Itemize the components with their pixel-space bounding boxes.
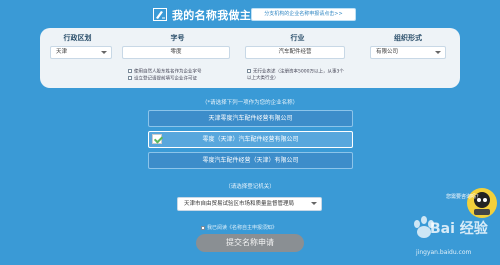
agree-checkbox-row[interactable]: 我已阅读《名称自主申报须知》 bbox=[201, 224, 277, 231]
name-option-2[interactable]: 零度（天津）汽车配件经营有限公司 bbox=[148, 131, 353, 148]
column-industry: 行业 汽车配件经营 无行业表述（注册资本5000万以上，从事3个以上大类行业） bbox=[245, 28, 350, 88]
watermark-url: jingyan.baidu.com bbox=[416, 249, 472, 256]
name-option-1-label: 天津零度汽车配件经营有限公司 bbox=[208, 115, 293, 122]
watermark-text: Bai 经验 bbox=[430, 221, 488, 237]
chevron-down-icon bbox=[311, 202, 317, 205]
name-option-2-label: 零度（天津）汽车配件经营有限公司 bbox=[202, 136, 299, 143]
chevron-down-icon bbox=[435, 51, 441, 54]
checkbox-icon[interactable] bbox=[128, 69, 132, 73]
pen-board-icon bbox=[153, 8, 167, 21]
name-option-3-label: 零度汽车配件经营（天津）有限公司 bbox=[202, 157, 299, 164]
submit-button[interactable]: 提交名称申请 bbox=[196, 234, 304, 252]
page-title: 我的名称我做主 bbox=[172, 9, 252, 22]
branch-application-link[interactable]: 分支机构的企业名称申报请点击>> bbox=[251, 8, 356, 21]
zihao-check-2-label: 设立登记请提前填写企业许可证 bbox=[134, 76, 197, 82]
industry-check-1-label: 无行业表述（注册资本5000万以上，从事3个以上大类行业） bbox=[247, 69, 344, 81]
checkbox-icon[interactable] bbox=[201, 225, 205, 230]
header: 我的名称我做主 分支机构的企业名称申报请点击>> bbox=[0, 4, 500, 24]
zihao-check-1-label: 使用自然人股东姓名作为企业字号 bbox=[134, 69, 202, 75]
org-form-value: 有限公司 bbox=[376, 49, 399, 55]
choose-name-hint: （*请选择下列一项作为您的企业名称） bbox=[201, 100, 299, 106]
agree-label: 我已阅读《名称自主申报须知》 bbox=[207, 225, 278, 231]
industry-check-1[interactable]: 无行业表述（注册资本5000万以上，从事3个以上大类行业） bbox=[247, 69, 347, 82]
chevron-down-icon bbox=[101, 51, 107, 54]
column-region: 行政区划 天津 bbox=[40, 28, 115, 88]
name-builder-panel: 行政区划 天津 字号 零度 使用自然人股东姓名作为企业字号 设立登记请提前填写企… bbox=[40, 28, 460, 88]
org-form-select[interactable]: 有限公司 bbox=[370, 46, 446, 59]
name-option-1[interactable]: 天津零度汽车配件经营有限公司 bbox=[148, 110, 353, 127]
chat-label[interactable]: 您需要咨询吗？ bbox=[446, 193, 481, 200]
name-option-3[interactable]: 零度汽车配件经营（天津）有限公司 bbox=[148, 152, 353, 169]
checkmark-icon bbox=[152, 134, 162, 144]
zihao-check-2[interactable]: 设立登记请提前填写企业许可证 bbox=[128, 76, 197, 83]
column-org-form: 组织形式 有限公司 bbox=[358, 28, 458, 88]
industry-input[interactable]: 汽车配件经营 bbox=[245, 46, 345, 59]
authority-hint: （请选择登记机关） bbox=[225, 184, 275, 190]
zihao-check-1[interactable]: 使用自然人股东姓名作为企业字号 bbox=[128, 69, 202, 76]
checkbox-icon[interactable] bbox=[247, 69, 251, 73]
authority-select[interactable]: 天津市自由贸易试验区市场和质量监督管理局 bbox=[177, 197, 322, 211]
region-select[interactable]: 天津 bbox=[50, 46, 112, 59]
authority-value: 天津市自由贸易试验区市场和质量监督管理局 bbox=[184, 201, 295, 207]
zihao-input[interactable]: 零度 bbox=[122, 46, 230, 59]
column-zihao: 字号 零度 使用自然人股东姓名作为企业字号 设立登记请提前填写企业许可证 bbox=[120, 28, 235, 88]
region-value: 天津 bbox=[56, 49, 68, 55]
checkbox-icon[interactable] bbox=[128, 76, 132, 80]
